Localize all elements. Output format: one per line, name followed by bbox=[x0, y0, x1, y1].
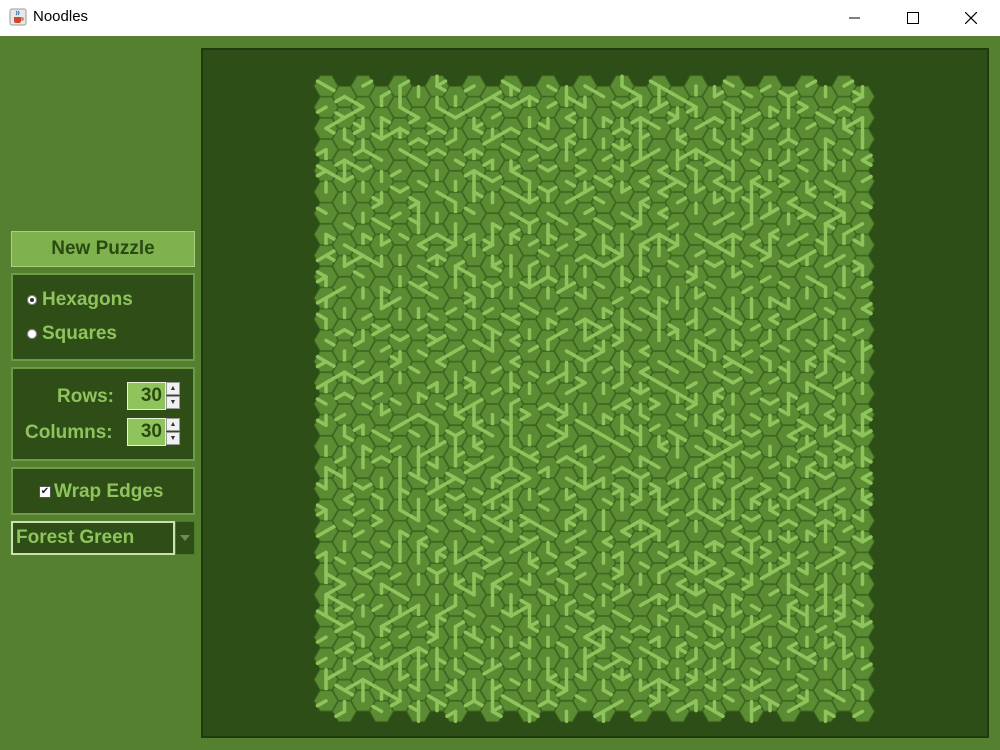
wrap-edges-checkbox[interactable]: ✔ bbox=[39, 486, 51, 498]
close-icon bbox=[965, 12, 977, 24]
size-panel: Rows: 30 ▲ ▼ Columns: 30 ▲ ▼ bbox=[11, 367, 195, 461]
shape-panel: Hexagons Squares bbox=[11, 273, 195, 361]
columns-spinner: 30 ▲ ▼ bbox=[127, 418, 181, 446]
minimize-button[interactable] bbox=[826, 0, 884, 36]
close-button[interactable] bbox=[942, 0, 1000, 36]
rows-input[interactable]: 30 bbox=[127, 382, 166, 410]
dropdown-button[interactable] bbox=[175, 521, 195, 555]
hex-grid[interactable] bbox=[203, 50, 987, 736]
theme-select[interactable]: Forest Green bbox=[11, 521, 195, 555]
maximize-button[interactable] bbox=[884, 0, 942, 36]
columns-increment-button[interactable]: ▲ bbox=[166, 418, 180, 431]
columns-label: Columns: bbox=[25, 422, 113, 443]
arrow-up-icon: ▲ bbox=[169, 385, 177, 392]
checkmark-icon: ✔ bbox=[40, 486, 50, 497]
arrow-down-icon: ▼ bbox=[169, 435, 177, 442]
rows-spinner: 30 ▲ ▼ bbox=[127, 382, 181, 410]
puzzle-board[interactable] bbox=[201, 48, 989, 738]
columns-input[interactable]: 30 bbox=[127, 418, 166, 446]
window-title: Noodles bbox=[33, 8, 89, 25]
rows-decrement-button[interactable]: ▼ bbox=[166, 396, 180, 409]
hexagons-label[interactable]: Hexagons bbox=[42, 289, 133, 311]
title-bar: Noodles bbox=[0, 0, 1000, 36]
wrap-edges-label[interactable]: Wrap Edges bbox=[54, 481, 163, 503]
maximize-icon bbox=[907, 12, 919, 24]
minimize-icon bbox=[849, 17, 860, 19]
hex-tiles[interactable] bbox=[313, 74, 875, 723]
java-cup-icon bbox=[9, 8, 27, 26]
arrow-up-icon: ▲ bbox=[169, 421, 177, 428]
squares-label[interactable]: Squares bbox=[42, 323, 117, 345]
squares-radio[interactable] bbox=[27, 329, 37, 339]
theme-selected-value[interactable]: Forest Green bbox=[11, 521, 175, 555]
rows-label: Rows: bbox=[57, 386, 114, 407]
wrap-edges-panel: ✔ Wrap Edges bbox=[11, 467, 195, 515]
rows-increment-button[interactable]: ▲ bbox=[166, 382, 180, 395]
hexagons-radio[interactable] bbox=[27, 295, 37, 305]
chevron-down-icon bbox=[180, 535, 190, 541]
new-puzzle-button[interactable]: New Puzzle bbox=[11, 231, 195, 267]
columns-decrement-button[interactable]: ▼ bbox=[166, 432, 180, 445]
arrow-down-icon: ▼ bbox=[169, 399, 177, 406]
